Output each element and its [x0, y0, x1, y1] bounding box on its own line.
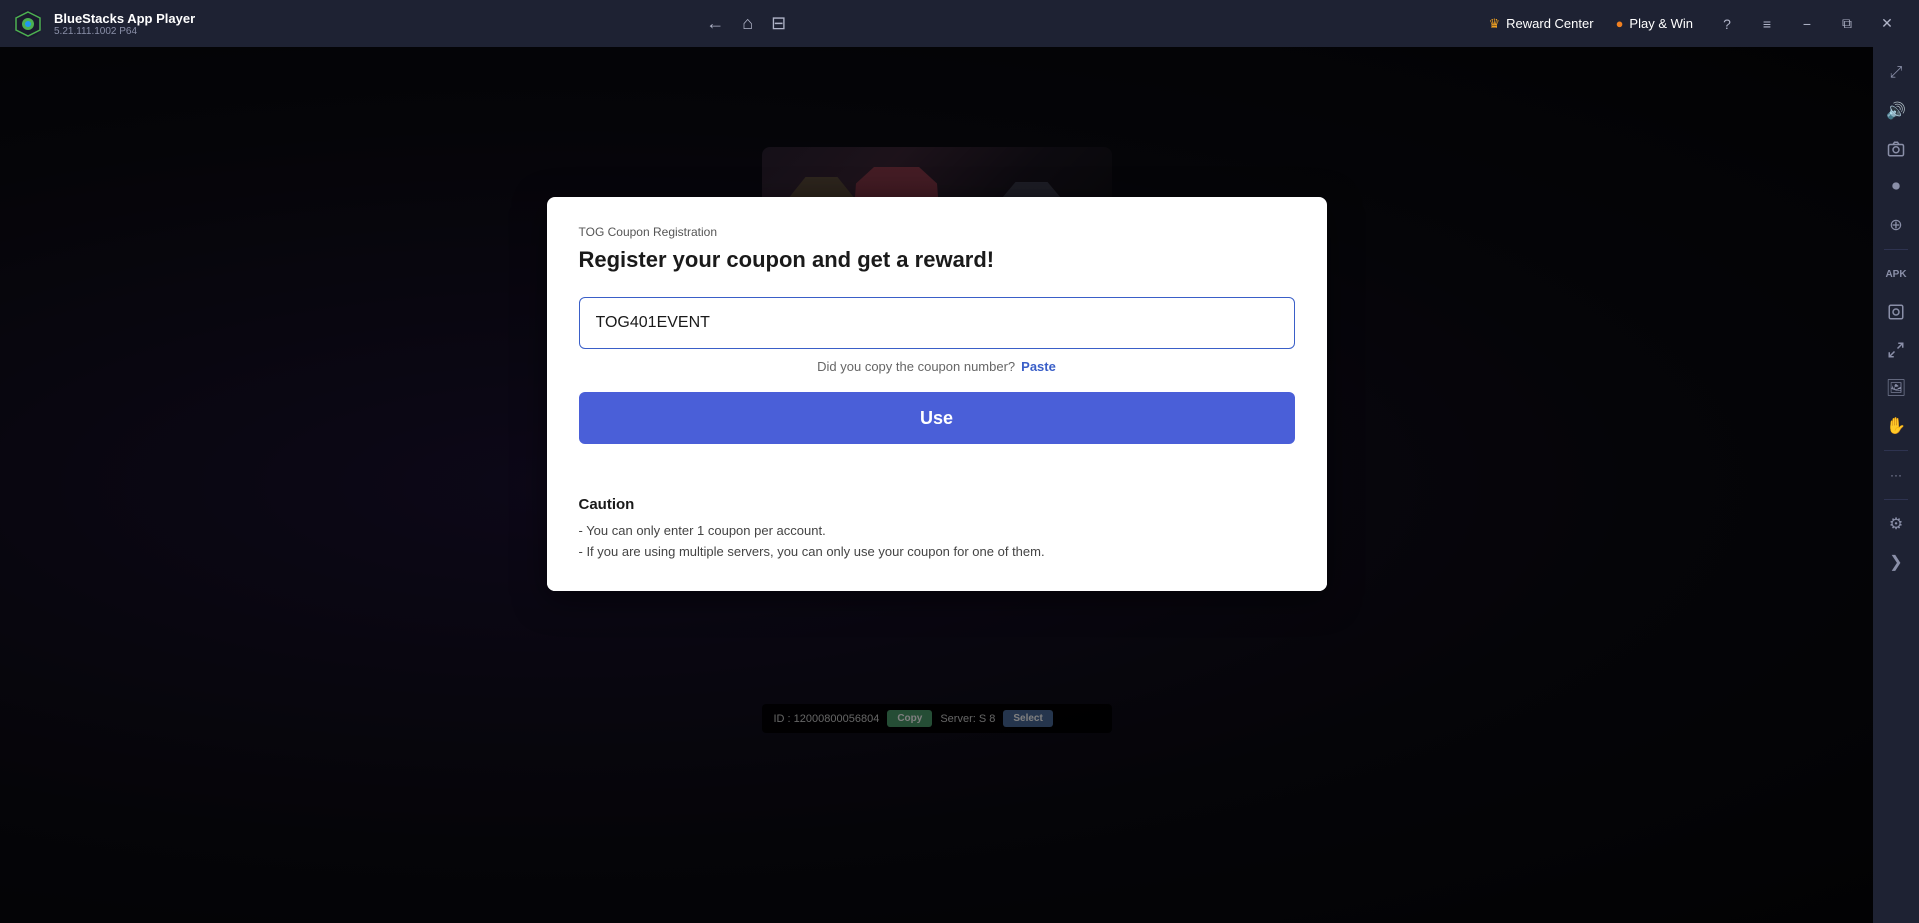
reward-center-button[interactable]: ♛ Reward Center: [1480, 12, 1601, 36]
caution-line-2: - If you are using multiple servers, you…: [579, 542, 1295, 563]
tabs-button[interactable]: ⊟: [771, 13, 786, 34]
record-sidebar-icon[interactable]: ⏺: [1878, 169, 1914, 205]
titlebar-left: BlueStacks App Player 5.21.111.1002 P64: [0, 8, 690, 40]
bluestacks-logo: [12, 8, 44, 40]
fullscreen-sidebar-icon[interactable]: [1878, 332, 1914, 368]
main-content: ✕ TOG Coupon Registration Register your …: [0, 47, 1873, 923]
titlebar: BlueStacks App Player 5.21.111.1002 P64 …: [0, 0, 1919, 47]
panel-title: Register your coupon and get a reward!: [579, 247, 1295, 273]
titlebar-controls: ? ≡ − ⧉ ✕: [1707, 0, 1907, 47]
close-icon: ✕: [1275, 242, 1290, 263]
coupon-input[interactable]: [579, 297, 1295, 349]
panel-subtitle: TOG Coupon Registration: [579, 225, 1295, 239]
caution-section: Caution - You can only enter 1 coupon pe…: [547, 476, 1327, 591]
titlebar-nav: ← ⌂ ⊟: [690, 13, 802, 34]
image-sidebar-icon[interactable]: 🖼: [1878, 370, 1914, 406]
settings-sidebar-icon[interactable]: ⚙: [1878, 506, 1914, 542]
help-button[interactable]: ?: [1707, 0, 1747, 47]
play-win-button[interactable]: ● Play & Win: [1608, 12, 1701, 35]
location-sidebar-icon[interactable]: ⊕: [1878, 207, 1914, 243]
home-button[interactable]: ⌂: [742, 13, 753, 34]
paste-hint: Did you copy the coupon number? Paste: [579, 359, 1295, 374]
app-version: 5.21.111.1002 P64: [54, 26, 195, 37]
titlebar-right: ♛ Reward Center ● Play & Win ? ≡ − ⧉ ✕: [1468, 0, 1919, 47]
caution-line-1: - You can only enter 1 coupon per accoun…: [579, 521, 1295, 542]
close-button[interactable]: ✕: [1867, 0, 1907, 47]
play-win-label: Play & Win: [1629, 16, 1693, 31]
menu-button[interactable]: ≡: [1747, 0, 1787, 47]
titlebar-appname: BlueStacks App Player 5.21.111.1002 P64: [54, 11, 195, 37]
apk-sidebar-icon[interactable]: APK: [1878, 256, 1914, 292]
panel-body: TOG Coupon Registration Register your co…: [547, 197, 1327, 476]
screenshot-sidebar-icon[interactable]: [1878, 294, 1914, 330]
more-sidebar-icon[interactable]: ···: [1878, 457, 1914, 493]
camera-sidebar-icon[interactable]: [1878, 131, 1914, 167]
paste-hint-text: Did you copy the coupon number?: [817, 359, 1015, 374]
back-button[interactable]: ←: [706, 13, 724, 34]
minimize-button[interactable]: −: [1787, 0, 1827, 47]
crown-icon: ♛: [1488, 16, 1500, 32]
sidebar-divider-1: [1884, 249, 1908, 250]
panel-close-button[interactable]: ✕: [1263, 232, 1303, 272]
use-button[interactable]: Use: [579, 392, 1295, 444]
expand-sidebar-icon[interactable]: ⤢: [1878, 55, 1914, 91]
reward-center-label: Reward Center: [1506, 16, 1593, 31]
paste-link[interactable]: Paste: [1021, 359, 1056, 374]
sidebar-divider-3: [1884, 499, 1908, 500]
caution-title: Caution: [579, 496, 1295, 513]
coin-icon: ●: [1616, 16, 1624, 31]
gesture-sidebar-icon[interactable]: ✋: [1878, 408, 1914, 444]
collapse-sidebar-icon[interactable]: ❯: [1878, 544, 1914, 580]
volume-sidebar-icon[interactable]: 🔊: [1878, 93, 1914, 129]
maximize-button[interactable]: ⧉: [1827, 0, 1867, 47]
app-name: BlueStacks App Player: [54, 11, 195, 26]
right-sidebar: ⤢ 🔊 ⏺ ⊕ APK 🖼 ✋ ··· ⚙ ❯: [1873, 47, 1919, 923]
sidebar-divider-2: [1884, 450, 1908, 451]
coupon-panel: TOG Coupon Registration Register your co…: [547, 197, 1327, 591]
